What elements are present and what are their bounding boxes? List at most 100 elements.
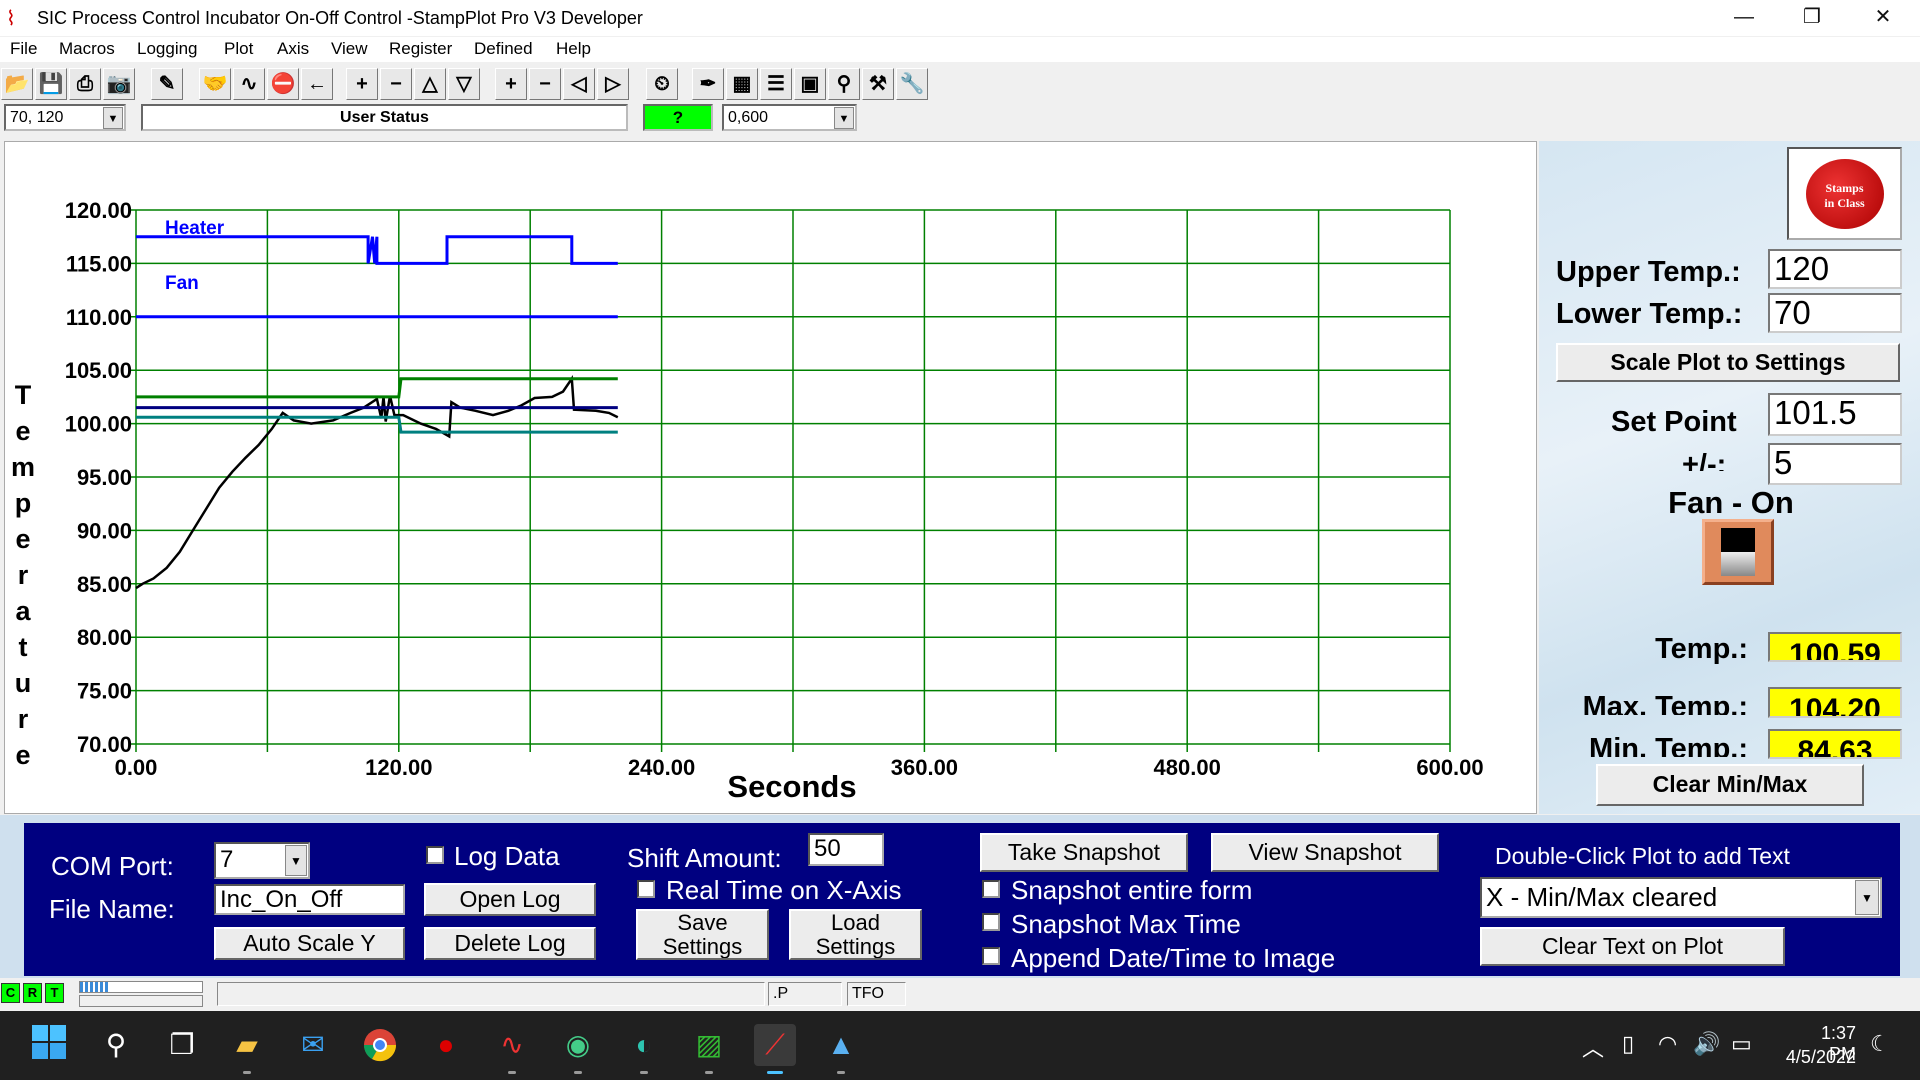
show-hidden-icons-chevron[interactable]: ︿ bbox=[1582, 1031, 1604, 1063]
plot-area[interactable]: 120.00 115.00 110.00 105.00 100.00 95.00 90.00… bbox=[4, 141, 1537, 814]
app-red-icon[interactable]: ● bbox=[425, 1024, 467, 1066]
menu-logging[interactable]: Logging bbox=[137, 39, 198, 59]
tolerance-input[interactable]: 5 bbox=[1768, 443, 1902, 485]
menu-macros[interactable]: Macros bbox=[59, 39, 115, 59]
real-time-label: Real Time on X-Axis bbox=[666, 875, 902, 905]
menu-register[interactable]: Register bbox=[389, 39, 452, 59]
close-button[interactable]: ✕ bbox=[1855, 0, 1911, 36]
clock-icon[interactable]: ⏲ bbox=[646, 68, 678, 100]
file-explorer-icon[interactable]: ▰ bbox=[226, 1024, 268, 1074]
search-icon[interactable]: ⚲ bbox=[95, 1024, 137, 1066]
wand-icon[interactable]: ✎ bbox=[151, 68, 183, 100]
clock-date[interactable]: 4/5/2022 bbox=[1780, 1047, 1856, 1068]
shift-left-icon[interactable]: ◁ bbox=[563, 68, 595, 100]
arrow-left-icon[interactable]: ← bbox=[301, 68, 333, 100]
clear-min-max-button[interactable]: Clear Min/Max bbox=[1596, 764, 1864, 806]
auto-scale-y-button[interactable]: Auto Scale Y bbox=[214, 927, 405, 960]
menu-plot[interactable]: Plot bbox=[224, 39, 253, 59]
chevron-down-icon[interactable]: ▼ bbox=[1855, 880, 1879, 915]
chevron-down-icon[interactable]: ▼ bbox=[103, 107, 123, 129]
battery-icon[interactable]: ▭ bbox=[1731, 1031, 1752, 1057]
menu-axis[interactable]: Axis bbox=[277, 39, 309, 59]
wifi-icon[interactable]: ◠ bbox=[1658, 1031, 1677, 1057]
menu-defined[interactable]: Defined bbox=[474, 39, 533, 59]
plot-text-value: X - Min/Max cleared bbox=[1486, 882, 1718, 912]
camera-icon[interactable]: 📷 bbox=[103, 68, 135, 100]
real-time-checkbox[interactable] bbox=[637, 880, 655, 898]
temperature-chart[interactable]: 120.00 115.00 110.00 105.00 100.00 95.00 90.00… bbox=[5, 142, 1538, 815]
pen-icon[interactable]: ✒ bbox=[692, 68, 724, 100]
scale-plot-button[interactable]: Scale Plot to Settings bbox=[1556, 343, 1900, 382]
take-snapshot-button[interactable]: Take Snapshot bbox=[980, 833, 1188, 872]
log-data-checkbox[interactable] bbox=[426, 846, 444, 864]
chevron-down-icon[interactable]: ▼ bbox=[834, 107, 854, 129]
shift-right-icon[interactable]: ▷ bbox=[597, 68, 629, 100]
restore-button[interactable]: ❐ bbox=[1784, 0, 1840, 36]
c-indicator: C bbox=[1, 983, 20, 1003]
plus-x-icon[interactable]: + bbox=[495, 68, 527, 100]
notes-icon[interactable]: ☰ bbox=[760, 68, 792, 100]
probe-icon[interactable]: ⚲ bbox=[828, 68, 860, 100]
min-temp-label: Min. Temp.: bbox=[1589, 733, 1748, 757]
y-range-value: 70, 120 bbox=[10, 109, 64, 126]
stop-icon[interactable]: ⛔ bbox=[267, 68, 299, 100]
photos-icon[interactable]: ▲ bbox=[820, 1024, 862, 1074]
plus-y-icon[interactable]: + bbox=[346, 68, 378, 100]
snapshot-max-time-checkbox[interactable] bbox=[982, 913, 1000, 931]
status-message bbox=[217, 982, 765, 1006]
mail-icon[interactable]: ✉ bbox=[292, 1024, 334, 1066]
chevron-down-icon[interactable]: ▼ bbox=[285, 845, 307, 876]
setpoint-input[interactable]: 101.5 bbox=[1768, 393, 1902, 436]
delete-log-button[interactable]: Delete Log bbox=[424, 927, 596, 960]
menu-file[interactable]: File bbox=[10, 39, 37, 59]
menu-help[interactable]: Help bbox=[556, 39, 591, 59]
load-settings-button[interactable]: Load Settings bbox=[789, 909, 922, 960]
clear-text-button[interactable]: Clear Text on Plot bbox=[1480, 927, 1785, 966]
save-disk-icon[interactable]: 💾 bbox=[35, 68, 67, 100]
save-settings-button[interactable]: Save Settings bbox=[636, 909, 769, 960]
y-range-combo[interactable]: 70, 120 ▼ bbox=[4, 104, 126, 131]
open-log-button[interactable]: Open Log bbox=[424, 883, 596, 916]
shift-down-icon[interactable]: ▽ bbox=[448, 68, 480, 100]
volume-icon[interactable]: 🔊 bbox=[1693, 1031, 1720, 1057]
tools-icon[interactable]: ⚒ bbox=[862, 68, 894, 100]
chrome-profile-icon[interactable]: ◉ bbox=[557, 1024, 599, 1074]
view-snapshot-button[interactable]: View Snapshot bbox=[1211, 833, 1439, 872]
print-icon[interactable]: ⎙ bbox=[69, 68, 101, 100]
handshake-icon[interactable]: 🤝 bbox=[199, 68, 231, 100]
x-range-combo[interactable]: 0,600 ▼ bbox=[722, 104, 857, 131]
edge-icon[interactable]: ◐ bbox=[623, 1024, 665, 1074]
scope-icon[interactable]: ∿ bbox=[233, 68, 265, 100]
minus-y-icon[interactable]: − bbox=[380, 68, 412, 100]
focus-assist-moon-icon[interactable]: ☾ bbox=[1870, 1031, 1890, 1057]
shift-up-icon[interactable]: △ bbox=[414, 68, 446, 100]
plot-text-select[interactable]: X - Min/Max cleared ▼ bbox=[1480, 877, 1882, 918]
fan-label: Fan bbox=[165, 273, 199, 294]
device-icon[interactable]: ▣ bbox=[794, 68, 826, 100]
upper-temp-input[interactable]: 120 bbox=[1768, 249, 1902, 289]
board-icon[interactable]: ▨ bbox=[688, 1024, 730, 1074]
minus-x-icon[interactable]: − bbox=[529, 68, 561, 100]
data-icon[interactable]: ▦ bbox=[726, 68, 758, 100]
snapshot-max-time-label: Snapshot Max Time bbox=[1011, 909, 1241, 939]
file-name-input[interactable]: Inc_On_Off bbox=[214, 884, 405, 915]
taskbar: ⚲ ❐ ▰ ✉ ● ∿ ◉ ◐ ▨ ⟋ ▲ ︿ ▯ ◠ 🔊 ▭ 1:37 PM … bbox=[0, 1011, 1920, 1080]
shift-amount-input[interactable]: 50 bbox=[808, 833, 884, 866]
com-port-select[interactable]: 7 ▼ bbox=[214, 842, 310, 879]
y-axis-label: Temperature bbox=[11, 380, 35, 770]
minimize-button[interactable]: — bbox=[1716, 0, 1772, 36]
lower-temp-input[interactable]: 70 bbox=[1768, 293, 1902, 333]
snapshot-entire-form-checkbox[interactable] bbox=[982, 880, 1000, 898]
open-folder-icon[interactable]: 📂 bbox=[1, 68, 33, 100]
stampplot-icon[interactable]: ⟋ bbox=[754, 1024, 796, 1074]
wrench-icon[interactable]: 🔧 bbox=[896, 68, 928, 100]
max-line-series bbox=[136, 377, 618, 399]
menu-view[interactable]: View bbox=[331, 39, 368, 59]
windows-start-icon[interactable] bbox=[28, 1024, 70, 1066]
usb-icon[interactable]: ▯ bbox=[1622, 1031, 1634, 1057]
status-tfo: TFO bbox=[847, 982, 906, 1006]
append-date-checkbox[interactable] bbox=[982, 947, 1000, 965]
app-scope-icon[interactable]: ∿ bbox=[491, 1024, 533, 1074]
task-view-icon[interactable]: ❐ bbox=[161, 1024, 203, 1066]
chrome-icon[interactable] bbox=[359, 1024, 401, 1066]
